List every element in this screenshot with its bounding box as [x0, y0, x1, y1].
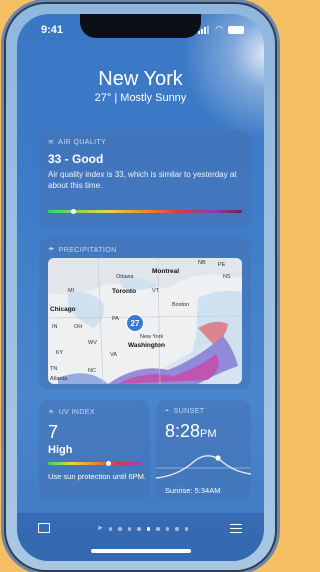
umbrella-icon: ☂	[48, 247, 55, 254]
notch	[80, 14, 201, 38]
weather-screen: 9:41 ◠ New York 27° | Mostly Sunny ≋ AIR…	[17, 14, 264, 561]
page-dot	[108, 527, 113, 531]
air-quality-scale	[48, 209, 242, 214]
uv-index-card[interactable]: ☀ UV INDEX 7 High Use sun protection unt…	[39, 400, 150, 500]
uv-index-advice: Use sun protection until 6PM.	[48, 472, 146, 481]
air-quality-description: Air quality index is 33, which is simila…	[48, 170, 237, 190]
page-dot-active	[146, 527, 151, 531]
list-icon[interactable]	[230, 523, 242, 534]
page-dot	[137, 527, 141, 531]
sunset-time: 8:28PM	[165, 421, 242, 442]
map-label-pa: PA	[112, 316, 119, 322]
uv-index-heading: ☀ UV INDEX	[48, 408, 141, 417]
status-icons: ◠	[198, 24, 244, 35]
map-label-atlanta: Atlanta	[50, 376, 68, 382]
page-indicator[interactable]: ➤	[97, 525, 189, 532]
map-label-nb: NB	[198, 260, 206, 266]
page-dot	[156, 527, 160, 531]
map-label-tn: TN	[50, 366, 58, 372]
map-label-va: VA	[110, 352, 117, 358]
precipitation-heading-label: PRECIPITATION	[58, 246, 117, 254]
air-quality-heading-label: AIR QUALITY	[58, 138, 107, 146]
location-temp-pin[interactable]: 27	[126, 314, 144, 332]
map-label-new-york: New York	[140, 334, 164, 340]
uv-index-indicator	[105, 461, 111, 466]
map-label-vt: VT	[152, 288, 160, 294]
map-label-mi: MI	[68, 288, 75, 294]
sun-icon: ☀	[48, 409, 55, 416]
uv-index-value: 7	[48, 422, 59, 442]
sunset-card[interactable]: ◓ SUNSET 8:28PM Sunrise: 5:34AM	[156, 400, 251, 500]
city-name: New York	[98, 68, 183, 90]
location-arrow-icon: ➤	[97, 525, 103, 532]
page-dot	[118, 527, 122, 531]
page-dot	[165, 527, 170, 531]
page-dot	[184, 527, 189, 531]
home-indicator[interactable]	[91, 549, 191, 553]
uv-index-heading-label: UV INDEX	[58, 408, 95, 416]
battery-icon	[228, 25, 244, 34]
air-quality-value: 33 - Good	[48, 152, 104, 166]
sunset-heading: ◓ SUNSET	[165, 408, 242, 415]
map-label-montreal: Montreal	[152, 268, 180, 275]
uv-index-level: High	[48, 444, 73, 456]
signal-icon	[198, 25, 210, 34]
sunset-heading-label: SUNSET	[173, 408, 205, 415]
page-dot	[127, 527, 132, 531]
wifi-icon: ◠	[215, 24, 223, 34]
status-time: 9:41	[41, 24, 64, 36]
map-label-ns: NS	[223, 274, 231, 280]
map-icon[interactable]	[38, 523, 50, 533]
map-label-wv: WV	[88, 340, 97, 346]
page-dot	[175, 527, 179, 531]
bottom-toolbar: ➤	[17, 513, 264, 561]
sunset-time-period: PM	[200, 428, 217, 440]
precipitation-heading: ☂ PRECIPITATION	[48, 246, 242, 255]
air-quality-indicator	[71, 209, 77, 214]
sun-path-graphic	[156, 455, 251, 479]
sunset-time-value: 8:28	[165, 421, 201, 441]
map-label-oh: OH	[74, 324, 83, 330]
map-label-chicago: Chicago	[50, 306, 76, 313]
map-label-toronto: Toronto	[112, 288, 137, 295]
map-label-ottawa: Ottawa	[116, 274, 134, 280]
map-label-washington: Washington	[128, 342, 165, 349]
map-label-in: IN	[52, 324, 58, 330]
map-label-boston: Boston	[172, 302, 190, 308]
map-label-pe: PE	[218, 262, 226, 268]
map-label-ky: KY	[56, 350, 64, 356]
air-quality-heading: ≋ AIR QUALITY	[48, 138, 242, 147]
precipitation-card[interactable]: ☂ PRECIPITATION Ottawa Montreal NB PE NS…	[39, 238, 251, 390]
phone-frame: 9:41 ◠ New York 27° | Mostly Sunny ≋ AIR…	[6, 4, 275, 570]
sunset-icon: ◓	[165, 408, 170, 415]
sunrise-time: Sunrise: 5:34AM	[165, 486, 221, 495]
precipitation-map[interactable]: Ottawa Montreal NB PE NS Toronto VT MI C…	[48, 258, 242, 384]
map-label-nc: NC	[88, 368, 96, 374]
map-graphic	[48, 258, 242, 384]
current-conditions: 27° | Mostly Sunny	[94, 92, 187, 104]
air-quality-card[interactable]: ≋ AIR QUALITY 33 - Good Air quality inde…	[39, 130, 251, 228]
uv-index-scale	[48, 461, 141, 466]
air-quality-icon: ≋	[48, 139, 55, 146]
